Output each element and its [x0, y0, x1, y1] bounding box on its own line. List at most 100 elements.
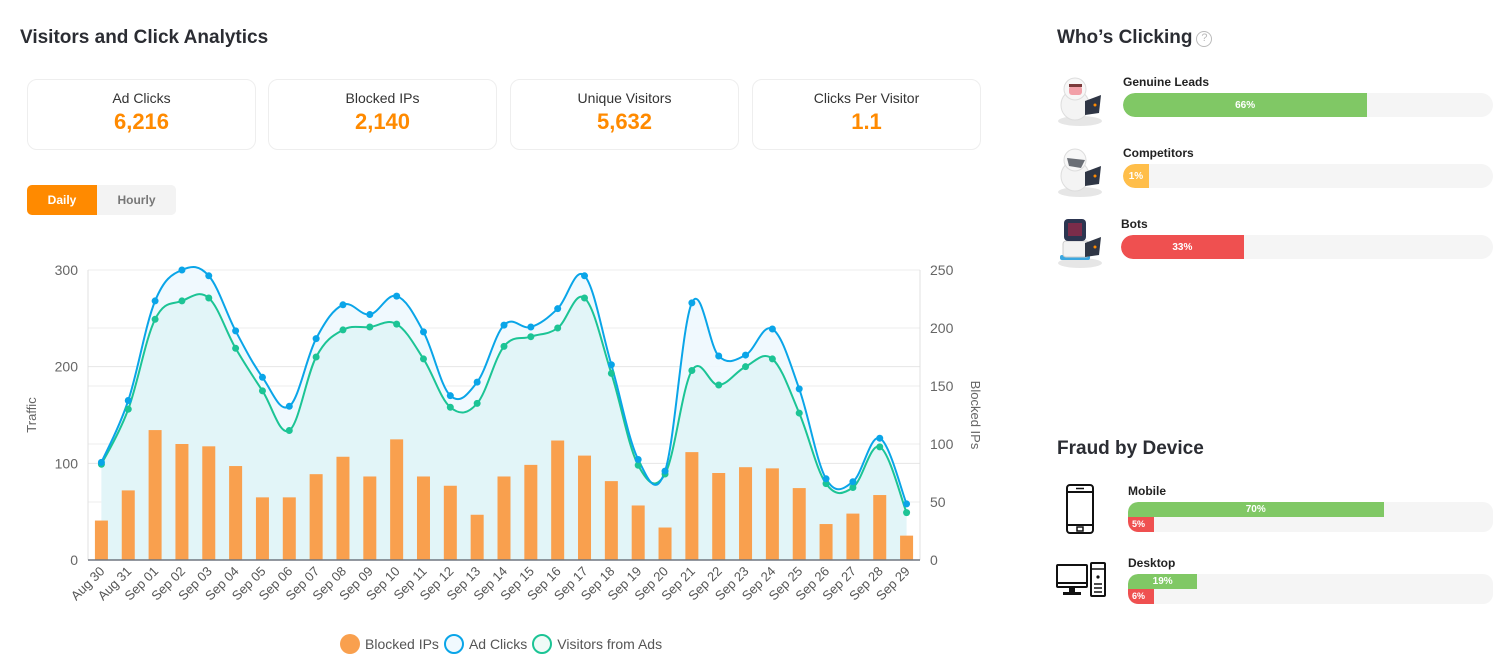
y-tick-label: 100: [55, 455, 79, 471]
row-label: Bots: [1121, 217, 1148, 231]
point-ad-clicks: [178, 266, 186, 274]
point-visitors-from-ads: [151, 315, 159, 323]
point-ad-clicks: [473, 378, 481, 386]
legend-item-visitors[interactable]: Visitors from Ads: [532, 634, 662, 654]
legend-item-ad-clicks[interactable]: Ad Clicks: [443, 634, 528, 654]
device-progress-track: 19% 6%: [1128, 574, 1493, 604]
bar-blocked-ips: [551, 440, 565, 560]
y2-tick-label: 0: [930, 552, 938, 568]
point-ad-clicks: [849, 478, 857, 486]
point-ad-clicks: [822, 475, 830, 483]
point-ad-clicks: [258, 373, 266, 381]
bar-blocked-ips: [524, 464, 538, 560]
desktop-computer-icon: [1056, 562, 1106, 597]
bar-blocked-ips: [900, 535, 914, 560]
y2-axis-title: Blocked IPs: [968, 381, 983, 450]
progress-track: 33%: [1121, 235, 1493, 259]
point-ad-clicks: [151, 297, 159, 305]
stat-value: 5,632: [596, 109, 653, 134]
point-visitors-from-ads: [419, 355, 427, 363]
legend-swatch-blocked-ips: [340, 634, 360, 654]
point-visitors-from-ads: [393, 320, 401, 328]
bar-blocked-ips: [202, 446, 216, 560]
point-visitors-from-ads: [232, 344, 240, 352]
bar-blocked-ips: [846, 513, 860, 560]
point-visitors-from-ads: [607, 369, 615, 377]
y-tick-label: 0: [70, 552, 78, 568]
point-ad-clicks: [124, 397, 132, 404]
stat-label: Clicks Per Visitor: [813, 90, 920, 106]
point-ad-clicks: [661, 467, 669, 475]
help-icon[interactable]: ?: [1196, 31, 1213, 47]
person-avatar: [1058, 77, 1102, 126]
bar-blocked-ips: [255, 497, 269, 560]
bar-blocked-ips: [336, 456, 350, 560]
stat-value: 2,140: [354, 109, 411, 134]
bar-blocked-ips: [390, 439, 404, 560]
traffic-chart: 0 100 200 300 0 50 100 150 200 250 Traffic Blocked …: [24, 262, 983, 603]
progress-fill-competitors: 1%: [1123, 164, 1149, 188]
point-visitors-from-ads: [312, 353, 320, 361]
stat-card-clicks-per-visitor: Clicks Per Visitor 1.1: [752, 79, 981, 150]
point-ad-clicks: [634, 455, 642, 463]
point-visitors-from-ads: [742, 363, 750, 371]
device-row-mobile: Mobile 70% 5%: [1055, 484, 1495, 554]
point-visitors-from-ads: [500, 342, 508, 350]
progress-fill-bots: 33%: [1121, 235, 1244, 259]
legend-label: Visitors from Ads: [557, 636, 663, 652]
point-ad-clicks: [768, 325, 776, 333]
period-toggle: Daily Hourly: [27, 185, 176, 215]
y-tick-label: 200: [55, 359, 79, 375]
y2-tick-label: 50: [930, 494, 946, 510]
bar-blocked-ips: [175, 444, 189, 560]
genuine-fill-mobile: 70%: [1128, 502, 1384, 517]
bar-blocked-ips: [712, 473, 726, 560]
bar-blocked-ips: [229, 466, 243, 560]
y2-tick-label: 200: [930, 320, 954, 336]
legend-label: Blocked IPs: [365, 636, 439, 652]
bar-blocked-ips: [819, 524, 833, 560]
stat-label: Unique Visitors: [577, 90, 672, 106]
y-tick-label: 300: [55, 262, 79, 278]
fraud-by-device-title: Fraud by Device: [1057, 438, 1204, 459]
point-ad-clicks: [97, 458, 105, 466]
legend-swatch-visitors: [532, 634, 553, 654]
bar-blocked-ips: [685, 452, 699, 560]
legend-label: Ad Clicks: [468, 636, 528, 652]
point-visitors-from-ads: [339, 326, 347, 334]
y2-tick-label: 150: [930, 378, 954, 394]
bar-blocked-ips: [578, 455, 592, 560]
point-visitors-from-ads: [903, 509, 911, 517]
stat-value: 6,216: [113, 109, 170, 134]
stat-card-ad-clicks: Ad Clicks 6,216: [27, 79, 256, 150]
bar-blocked-ips: [443, 485, 457, 560]
point-visitors-from-ads: [581, 294, 589, 302]
bar-blocked-ips: [94, 520, 108, 560]
fraud-fill-desktop: 6%: [1128, 589, 1154, 604]
device-row-desktop: Desktop 19% 6%: [1055, 556, 1495, 626]
bar-blocked-ips: [631, 505, 645, 560]
point-visitors-from-ads: [554, 324, 562, 332]
point-ad-clicks: [795, 385, 803, 393]
stat-card-unique-visitors: Unique Visitors 5,632: [510, 79, 739, 150]
bar-blocked-ips: [497, 476, 511, 560]
bar-blocked-ips: [416, 476, 430, 560]
progress-track: 1%: [1123, 164, 1493, 188]
bar-blocked-ips: [470, 514, 484, 560]
bar-blocked-ips: [604, 481, 618, 560]
point-visitors-from-ads: [768, 355, 776, 363]
daily-tab[interactable]: Daily: [27, 185, 97, 215]
point-ad-clicks: [742, 351, 750, 359]
point-visitors-from-ads: [124, 405, 132, 413]
chart-legend: Blocked IPs Ad Clicks Visitors from Ads: [340, 634, 662, 654]
point-ad-clicks: [903, 500, 911, 508]
point-visitors-from-ads: [285, 426, 293, 434]
point-ad-clicks: [285, 402, 293, 410]
who-row-genuine-leads: Genuine Leads 66%: [1055, 75, 1495, 135]
point-ad-clicks: [554, 305, 562, 313]
point-ad-clicks: [205, 272, 213, 280]
who-row-bots: Bots 33%: [1055, 217, 1495, 277]
device-label: Mobile: [1128, 484, 1166, 498]
legend-item-blocked-ips[interactable]: Blocked IPs: [340, 634, 439, 654]
hourly-tab[interactable]: Hourly: [97, 185, 176, 215]
